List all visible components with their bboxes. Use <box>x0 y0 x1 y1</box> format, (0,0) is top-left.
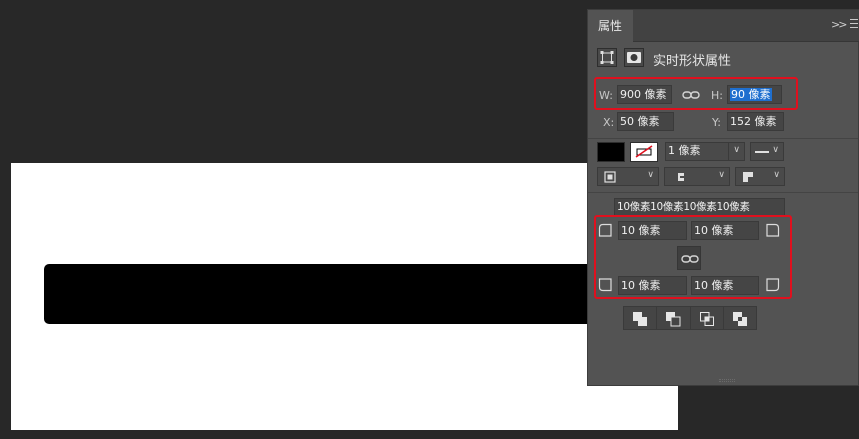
corner-bottom-right-icon <box>766 278 780 292</box>
panel-menu-icon[interactable] <box>850 19 859 31</box>
divider <box>588 138 858 139</box>
stroke-align-dropdown[interactable]: ∨ <box>597 167 659 186</box>
path-operations-group <box>623 306 757 330</box>
link-icon[interactable] <box>681 88 701 102</box>
chevron-down-icon: ∨ <box>773 170 780 180</box>
mask-icon[interactable] <box>624 48 644 67</box>
panel-tab-bar: 属性 >> <box>588 10 859 42</box>
stroke-width-dropdown[interactable]: 1 像素 ∨ <box>665 142 745 161</box>
chevron-down-icon: ∨ <box>733 145 740 155</box>
exclude-overlapping-shapes-button[interactable] <box>724 307 756 329</box>
intersect-shape-areas-button[interactable] <box>691 307 724 329</box>
properties-panel: 属性 >> 实时形状属性 W: 900 像素 H: 90 像素 X: 50 像素… <box>587 9 859 386</box>
corner-top-left-field[interactable]: 10 像素 <box>618 221 687 240</box>
y-label: Y: <box>712 116 721 129</box>
y-position-field[interactable]: 152 像素 <box>727 112 784 131</box>
x-position-field[interactable]: 50 像素 <box>617 112 674 131</box>
width-label: W: <box>599 89 613 102</box>
height-label: H: <box>711 89 723 102</box>
stroke-corners-dropdown[interactable]: ∨ <box>735 167 785 186</box>
stroke-width-value: 1 像素 <box>668 144 701 157</box>
corner-bottom-left-field[interactable]: 10 像素 <box>618 276 687 295</box>
stroke-color-swatch[interactable] <box>630 142 658 162</box>
subtract-front-shape-button[interactable] <box>657 307 691 329</box>
height-field-value: 90 像素 <box>730 88 772 101</box>
stroke-caps-dropdown[interactable]: ∨ <box>664 167 730 186</box>
combine-shapes-button[interactable] <box>624 307 658 329</box>
corner-top-right-field[interactable]: 10 像素 <box>691 221 759 240</box>
rounded-rectangle-shape[interactable] <box>44 264 604 324</box>
double-chevron-right-icon[interactable]: >> <box>831 18 848 31</box>
divider <box>588 192 858 193</box>
corner-top-right-icon <box>766 223 780 237</box>
tab-properties[interactable]: 属性 <box>588 10 633 42</box>
transform-icon[interactable] <box>597 48 617 67</box>
panel-header-title: 实时形状属性 <box>653 54 732 69</box>
width-field[interactable]: 900 像素 <box>617 85 672 104</box>
x-label: X: <box>603 116 615 129</box>
stroke-type-dropdown[interactable]: ∨ <box>750 142 784 161</box>
chevron-down-icon: ∨ <box>647 170 654 180</box>
height-field[interactable]: 90 像素 <box>727 85 782 104</box>
corner-bottom-right-field[interactable]: 10 像素 <box>691 276 759 295</box>
corner-top-left-icon <box>598 223 612 237</box>
fill-color-swatch[interactable] <box>597 142 625 162</box>
corner-radius-summary-field[interactable]: 10像素10像素10像素10像素 <box>614 198 785 217</box>
chevron-down-icon: ∨ <box>772 145 779 155</box>
panel-resize-grip[interactable] <box>719 379 735 382</box>
link-corners-button[interactable] <box>677 246 701 270</box>
corner-bottom-left-icon <box>598 278 612 292</box>
chevron-down-icon: ∨ <box>718 170 725 180</box>
